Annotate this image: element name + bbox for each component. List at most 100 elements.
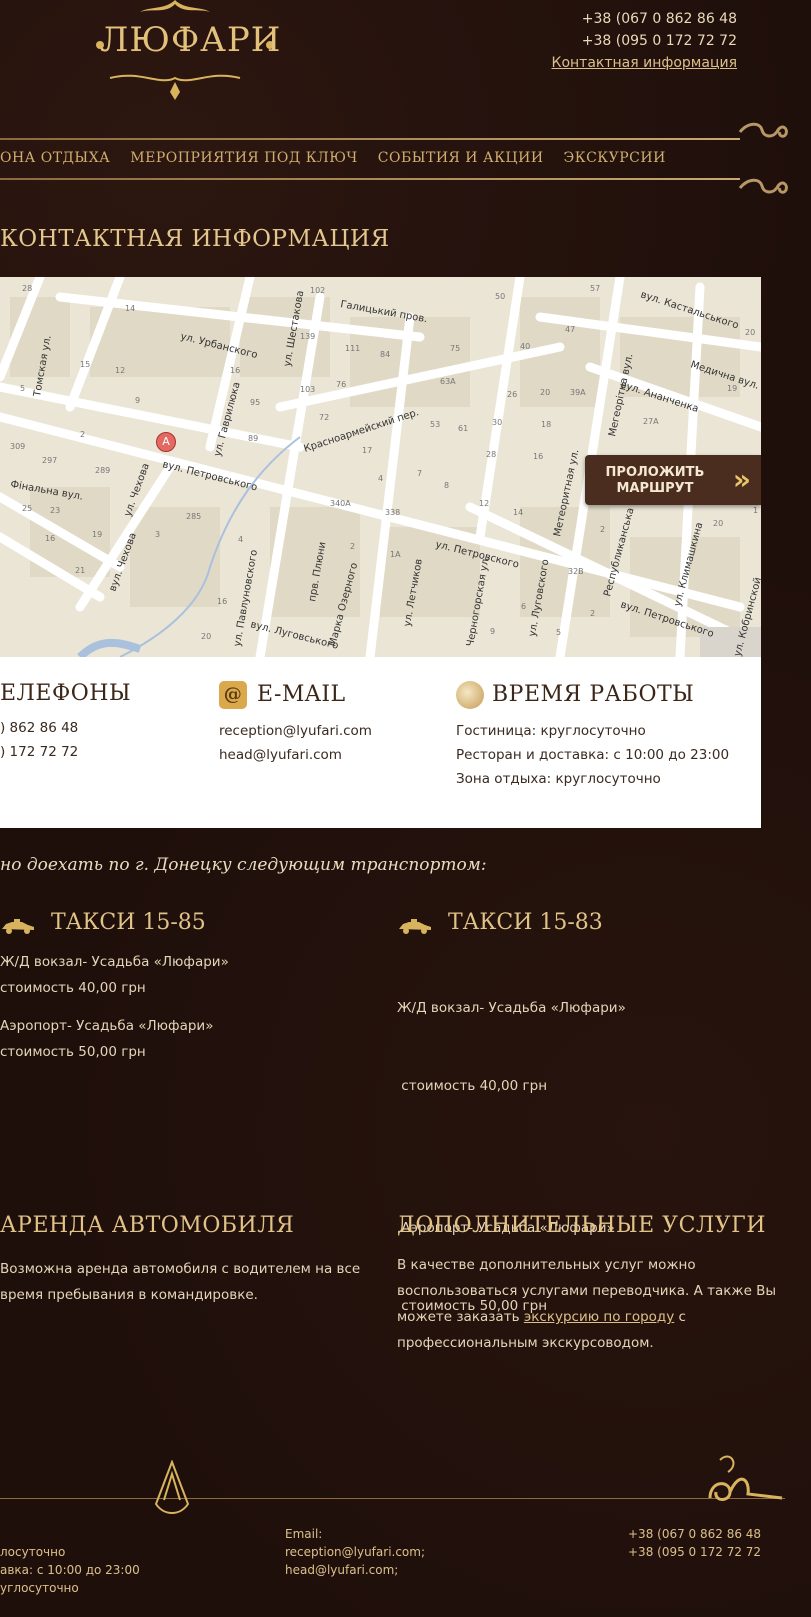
email-value[interactable]: head@lyufari.com: [219, 743, 372, 767]
svg-text:2: 2: [350, 542, 355, 551]
svg-text:17: 17: [362, 446, 372, 455]
taxi-title: ТАКСИ 15-83: [448, 910, 603, 935]
build-route-label-line1: ПРОЛОЖИТЬ: [605, 465, 705, 480]
svg-text:89: 89: [248, 434, 258, 443]
svg-text:297: 297: [42, 456, 57, 465]
svg-text:9: 9: [135, 396, 140, 405]
svg-text:14: 14: [125, 304, 135, 313]
svg-text:340A: 340A: [330, 499, 351, 508]
footer-email-link[interactable]: head@lyufari.com;: [285, 1561, 425, 1579]
svg-text:75: 75: [450, 344, 460, 353]
svg-text:40: 40: [520, 342, 530, 351]
email-column: @ E-MAIL reception@lyufari.com head@lyufa…: [219, 681, 372, 767]
footer-phones: +38 (067 0 862 86 48 +38 (095 0 172 72 7…: [628, 1525, 761, 1561]
svg-text:285: 285: [186, 512, 201, 521]
svg-text:63A: 63A: [440, 377, 456, 386]
svg-text:7: 7: [417, 469, 422, 478]
page-title: КОНТАКТНАЯ ИНФОРМАЦИЯ: [0, 226, 390, 252]
nav-item-excursions[interactable]: ЭКСКУРСИИ: [564, 150, 666, 166]
svg-text:39A: 39A: [570, 388, 586, 397]
svg-text:103: 103: [300, 385, 315, 394]
taxi-route: Ж/Д вокзал- Усадьба «Люфари»: [397, 1000, 626, 1016]
clock-icon: [456, 681, 484, 709]
extra-services-title: ДОПОЛНИТЕЛЬНЫЕ УСЛУГИ: [397, 1213, 766, 1238]
svg-text:20: 20: [201, 632, 211, 641]
email-title: E-MAIL: [257, 682, 346, 707]
taxi-price: стоимость 40,00 грн: [397, 1078, 548, 1094]
build-route-label-line2: МАРШРУТ: [616, 481, 694, 496]
svg-text:19: 19: [92, 530, 102, 539]
svg-text:18: 18: [541, 420, 551, 429]
hours-value: Ресторан и доставка: с 10:00 до 23:00: [456, 747, 730, 763]
svg-text:84: 84: [380, 350, 390, 359]
svg-text:28: 28: [486, 450, 496, 459]
header-phone: +38 (095 0 172 72 72: [581, 33, 737, 49]
svg-text:2: 2: [600, 525, 605, 534]
taxi-car-icon: [0, 915, 36, 934]
footer-divider: [0, 1498, 785, 1499]
nav-item-rest-zone[interactable]: ОНА ОТДЫХА: [0, 150, 110, 166]
svg-text:8: 8: [444, 481, 449, 490]
svg-text:30: 30: [492, 418, 502, 427]
svg-text:20: 20: [540, 388, 550, 397]
svg-text:50: 50: [495, 292, 505, 301]
phone-value[interactable]: ) 172 72 72: [0, 740, 131, 764]
footer-email-label: Email:: [285, 1527, 323, 1541]
hours-column: ВРЕМЯ РАБОТЫ Гостиница: круглосуточно Ре…: [456, 681, 729, 791]
taxi-block-1: ТАКСИ 15-85 Ж/Д вокзал- Усадьба «Люфари»…: [0, 910, 229, 1065]
svg-text:47: 47: [565, 325, 575, 334]
svg-text:72: 72: [319, 413, 329, 422]
svg-text:61: 61: [458, 424, 468, 433]
at-sign-icon: @: [219, 681, 247, 709]
svg-text:309: 309: [10, 442, 25, 451]
svg-text:32B: 32B: [568, 567, 584, 576]
car-rental-text: время пребывания в командировке.: [0, 1287, 258, 1303]
svg-text:9: 9: [490, 627, 495, 636]
car-rental-text: Возможна аренда автомобиля с водителем н…: [0, 1261, 361, 1277]
svg-text:26: 26: [507, 390, 517, 399]
nav-divider-top: [0, 138, 740, 140]
city-excursion-link[interactable]: экскурсию по городу: [524, 1309, 674, 1325]
footer-phone[interactable]: +38 (095 0 172 72 72: [628, 1543, 761, 1561]
svg-text:102: 102: [310, 286, 325, 295]
footer-email: Email: reception@lyufari.com; head@lyufa…: [285, 1525, 425, 1579]
build-route-label: ПРОЛОЖИТЬ МАРШРУТ: [595, 465, 715, 497]
transport-intro: но доехать по г. Донецку следующим транс…: [0, 855, 487, 875]
svg-text:12: 12: [115, 366, 125, 375]
extra-services-section: ДОПОЛНИТЕЛЬНЫЕ УСЛУГИ В качестве дополни…: [397, 1213, 777, 1356]
nav-divider-bottom: [0, 178, 740, 180]
phone-value[interactable]: ) 862 86 48: [0, 716, 131, 740]
main-nav: ОНА ОТДЫХА МЕРОПРИЯТИЯ ПОД КЛЮЧ СОБЫТИЯ …: [0, 150, 666, 166]
map-marker-label: A: [162, 435, 170, 448]
taxi-price: стоимость 50,00 грн: [0, 1044, 146, 1060]
site-logo[interactable]: ЛЮФАРИ: [70, 0, 280, 105]
phones-column: ЕЛЕФОНЫ ) 862 86 48 ) 172 72 72: [0, 681, 131, 764]
svg-text:1A: 1A: [390, 550, 401, 559]
logo-text: ЛЮФАРИ: [100, 20, 282, 60]
svg-text:5: 5: [20, 384, 25, 393]
taxi-car-icon: [397, 915, 433, 934]
svg-text:28: 28: [22, 284, 32, 293]
svg-text:289: 289: [95, 466, 110, 475]
build-route-button[interactable]: ПРОЛОЖИТЬ МАРШРУТ »: [585, 455, 761, 505]
svg-text:23: 23: [50, 506, 60, 515]
svg-text:21: 21: [75, 566, 85, 575]
nav-item-promotions[interactable]: СОБЫТИЯ И АКЦИИ: [378, 150, 544, 166]
footer-monogram-icon: [150, 1459, 194, 1520]
svg-text:14: 14: [513, 508, 523, 517]
header-contacts: +38 (067 0 862 86 48 +38 (095 0 172 72 7…: [552, 8, 737, 74]
hours-value: Гостиница: круглосуточно: [456, 723, 646, 739]
taxi-route: Аэропорт- Усадьба «Люфари»: [0, 1018, 214, 1034]
footer-email-link[interactable]: reception@lyufari.com;: [285, 1543, 425, 1561]
svg-text:20: 20: [713, 519, 723, 528]
footer-phone[interactable]: +38 (067 0 862 86 48: [628, 1525, 761, 1543]
map-marker[interactable]: A: [156, 432, 176, 452]
nav-item-events-turnkey[interactable]: МЕРОПРИЯТИЯ ПОД КЛЮЧ: [130, 150, 357, 166]
svg-text:111: 111: [345, 344, 360, 353]
svg-text:4: 4: [238, 535, 243, 544]
contact-info-link[interactable]: Контактная информация: [552, 55, 737, 71]
map[interactable]: вул. Кастальського Галицький пров. ул. У…: [0, 277, 761, 657]
svg-text:16: 16: [230, 366, 240, 375]
email-value[interactable]: reception@lyufari.com: [219, 719, 372, 743]
taxi-route: Ж/Д вокзал- Усадьба «Люфари»: [0, 954, 229, 970]
